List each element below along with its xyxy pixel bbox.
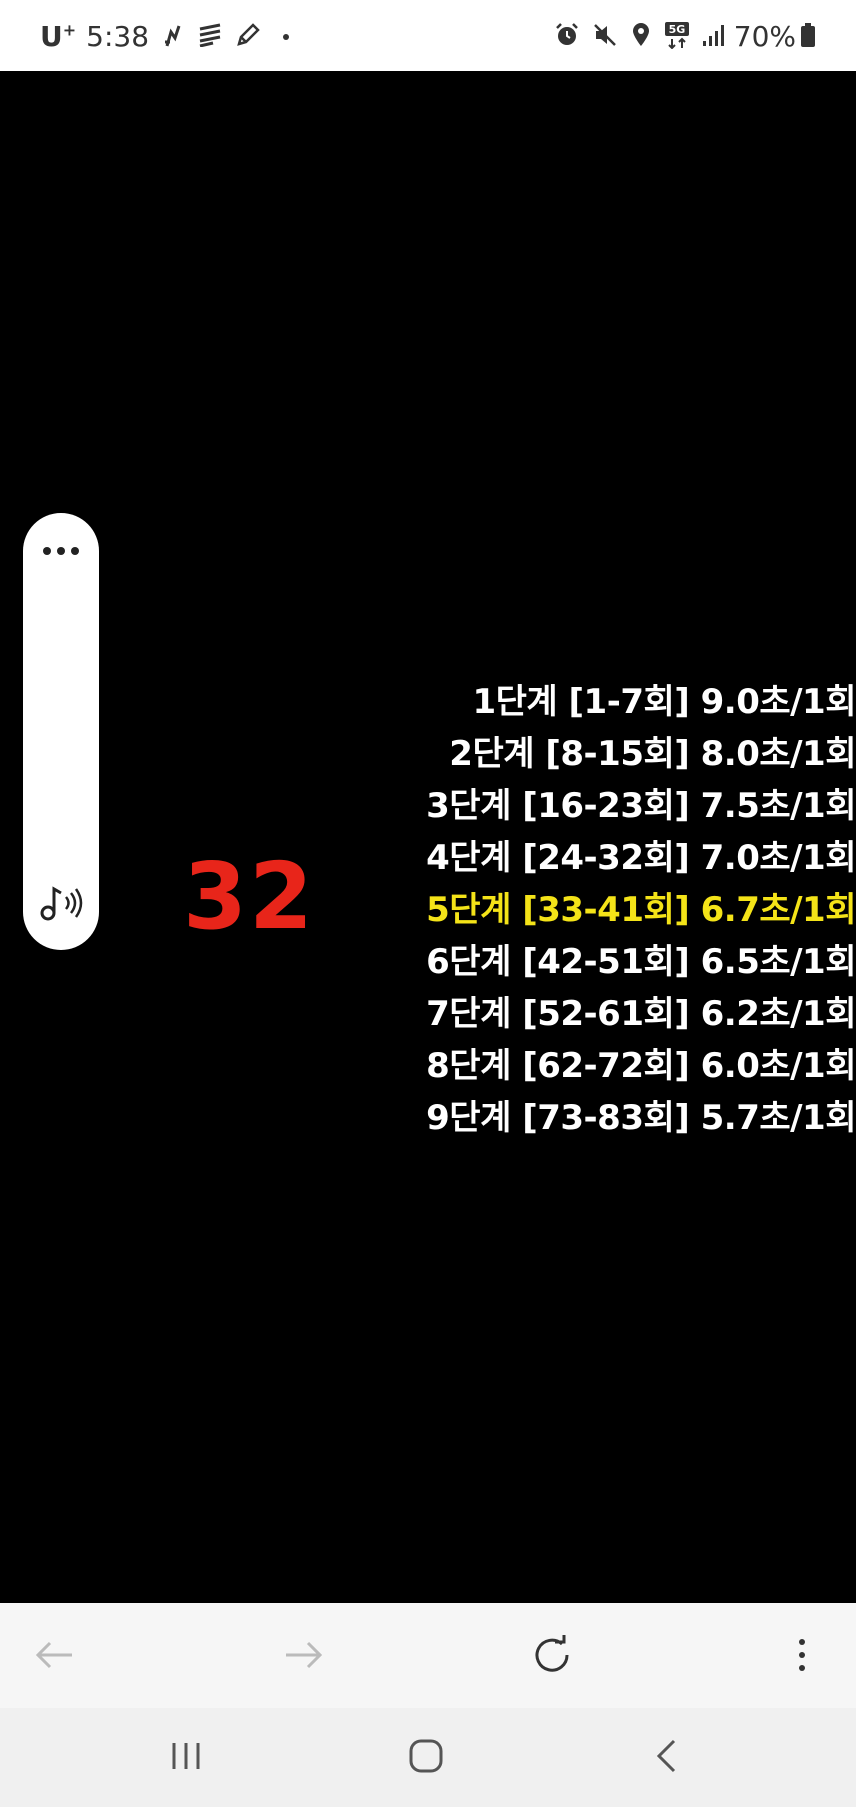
level-row: 4단계 [24-32회] 7.0초/1회 <box>426 838 856 878</box>
level-row: 6단계 [42-51회] 6.5초/1회 <box>426 942 856 982</box>
level-row: 2단계 [8-15회] 8.0초/1회 <box>449 734 856 774</box>
status-bar: U+ 5:38 5G 70% <box>0 0 856 71</box>
level-row: 8단계 [62-72회] 6.0초/1회 <box>426 1046 856 1086</box>
more-vert-icon <box>797 1637 807 1677</box>
more-dots-icon[interactable] <box>41 543 81 562</box>
video-player[interactable]: 32 1단계 [1-7회] 9.0초/1회 2단계 [8-15회] 8.0초/1회… <box>0 71 856 1603</box>
carrier-label: U+ <box>40 20 77 53</box>
level-row-active: 5단계 [33-41회] 6.7초/1회 <box>426 890 856 930</box>
rep-counter: 32 <box>183 843 316 950</box>
notification-dot <box>283 33 290 40</box>
level-list: 1단계 [1-7회] 9.0초/1회 2단계 [8-15회] 8.0초/1회 3단계… <box>378 676 856 1144</box>
signal-icon <box>702 23 726 51</box>
5g-icon: 5G <box>664 21 690 53</box>
home-button[interactable] <box>404 1736 448 1780</box>
clock: 5:38 <box>86 20 150 53</box>
status-right: 5G 70% <box>542 20 816 53</box>
battery-icon <box>800 22 816 52</box>
level-row: 9단계 [73-83회] 5.7초/1회 <box>426 1098 856 1138</box>
level-row: 3단계 [16-23회] 7.5초/1회 <box>426 786 856 826</box>
floating-side-panel[interactable] <box>23 513 99 950</box>
pencil-icon <box>235 22 261 52</box>
home-icon <box>408 1738 444 1778</box>
more-button[interactable] <box>780 1635 824 1679</box>
forward-button[interactable] <box>282 1635 326 1679</box>
back-nav-button[interactable] <box>644 1736 688 1780</box>
forward-arrow-icon <box>284 1640 324 1674</box>
battery-percent: 70% <box>733 20 796 53</box>
refresh-button[interactable] <box>530 1635 574 1679</box>
mute-icon <box>592 22 618 52</box>
back-chevron-icon <box>654 1739 678 1777</box>
recent-apps-button[interactable] <box>164 1736 208 1780</box>
svg-text:5G: 5G <box>668 23 685 36</box>
browser-toolbar <box>0 1603 856 1708</box>
strava-icon <box>161 22 185 52</box>
alarm-icon <box>554 22 580 52</box>
back-arrow-icon <box>34 1640 74 1674</box>
refresh-icon <box>531 1634 573 1680</box>
status-left: U+ 5:38 <box>40 20 290 53</box>
recent-apps-icon <box>169 1741 203 1775</box>
location-icon <box>630 22 652 52</box>
system-nav-bar <box>0 1708 856 1807</box>
music-audio-icon[interactable] <box>39 883 85 927</box>
level-row: 7단계 [52-61회] 6.2초/1회 <box>426 994 856 1034</box>
level-row: 1단계 [1-7회] 9.0초/1회 <box>472 682 856 722</box>
back-button[interactable] <box>32 1635 76 1679</box>
layers-icon <box>197 23 223 51</box>
